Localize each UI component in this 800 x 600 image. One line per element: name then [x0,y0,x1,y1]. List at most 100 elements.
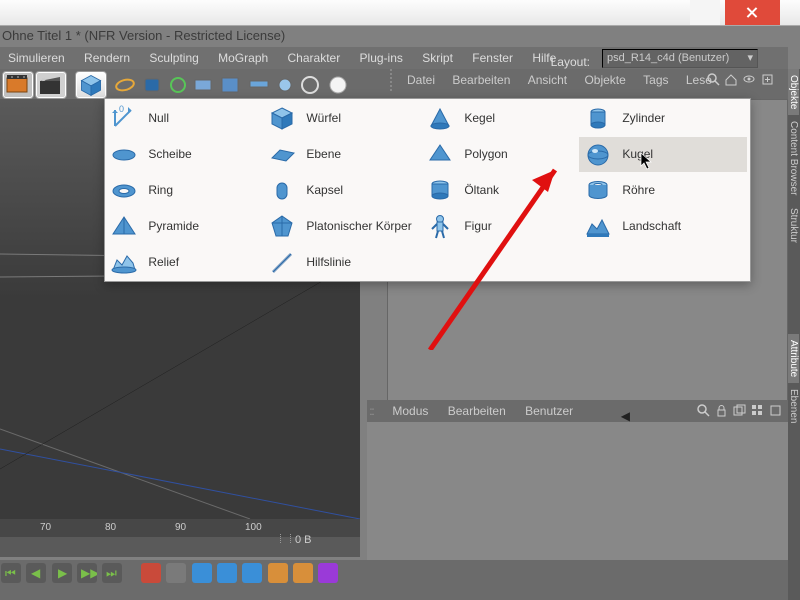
primitive-scheibe[interactable]: Scheibe [105,137,263,172]
primitive-label: Null [148,111,169,125]
lock-icon[interactable] [715,404,728,417]
key-pla-button[interactable] [293,563,313,583]
object-manager-menubar: Datei Bearbeiten Ansicht Objekte Tags Le… [390,69,788,91]
home-icon[interactable] [725,73,738,86]
cone-icon [425,104,455,134]
grid-icon[interactable] [751,404,764,417]
memory-indicator: 0 B [295,534,312,546]
primitive-label: Würfel [306,111,341,125]
primitive-label: Ring [148,183,173,197]
primitive-kegel[interactable]: Kegel [421,101,579,136]
sidetab-struktur[interactable]: Struktur [788,202,799,249]
menu-skript[interactable]: Skript [414,47,461,65]
record-button[interactable] [141,563,161,583]
primitive-label: Hilfslinie [306,255,351,269]
primitive-label: Röhre [622,183,655,197]
new-window-icon[interactable] [733,404,746,417]
primitive-platon[interactable]: Platonischer Körper [263,209,421,244]
attrmenu-bearbeiten[interactable]: Bearbeiten [440,400,514,418]
menu-mograph[interactable]: MoGraph [210,47,276,65]
objmenu-tags[interactable]: Tags [636,69,675,87]
menu-simulieren[interactable]: Simulieren [0,47,73,65]
primitive-pyramide[interactable]: Pyramide [105,209,263,244]
primitive-label: Kugel [622,147,653,161]
plane-icon [267,140,297,170]
disc-icon [109,140,139,170]
goto-end-button[interactable]: ⏭ [102,563,122,583]
maximize-button[interactable] [690,0,720,25]
render-settings-icon[interactable] [35,71,67,99]
primitive-label: Polygon [464,147,507,161]
menu-fenster[interactable]: Fenster [464,47,521,65]
svg-text:⏮: ⏮ [5,566,16,580]
primitive-kapsel[interactable]: Kapsel [263,173,421,208]
key-rotation-button[interactable] [242,563,262,583]
goto-start-button[interactable]: ⏮ [1,563,21,583]
menu-rendern[interactable]: Rendern [76,47,138,65]
svg-text:▶: ▶ [58,566,68,580]
eye-icon[interactable] [743,73,756,86]
primitive-hilfslinie[interactable]: Hilfslinie [263,245,421,280]
primitive-label: Scheibe [148,147,191,161]
key-param-button[interactable] [268,563,288,583]
primitive-polygon[interactable]: Polygon [421,137,579,172]
relief-icon [109,248,139,278]
objmenu-datei[interactable]: Datei [392,69,442,87]
tube-icon [583,176,613,206]
menu-sculpting[interactable]: Sculpting [141,47,206,65]
primitive-label: Kapsel [306,183,343,197]
objmenu-objekte[interactable]: Objekte [577,69,632,87]
primitive-label: Ebene [306,147,341,161]
primitive-figur[interactable]: Figur [421,209,579,244]
primitive-ebene[interactable]: Ebene [263,137,421,172]
objmenu-bearbeiten[interactable]: Bearbeiten [445,69,517,87]
primitive-label: Zylinder [622,111,665,125]
render-icon[interactable] [2,71,34,99]
key-position-button[interactable] [192,563,212,583]
primitive-rohre[interactable]: Röhre [579,173,747,208]
torus-icon [109,176,139,206]
primitive-zylinder[interactable]: Zylinder [579,101,747,136]
primitive-null[interactable]: 0 Null [105,101,263,136]
menu-charakter[interactable]: Charakter [280,47,349,65]
null-icon: 0 [109,104,139,134]
menu-plugins[interactable]: Plug-ins [352,47,411,65]
primitive-relief[interactable]: Relief [105,245,263,280]
objmenu-ansicht[interactable]: Ansicht [521,69,574,87]
maximize-panel-icon[interactable] [769,404,782,417]
search-icon[interactable] [697,404,710,417]
next-frame-button[interactable]: ▶▶ [77,563,97,583]
layout-dropdown[interactable]: psd_R14_c4d (Benutzer) [602,49,758,68]
ruler-tick: 80 [105,522,116,533]
key-selection-button[interactable] [318,563,338,583]
primitive-label: Landschaft [622,219,681,233]
primitive-ring[interactable]: Ring [105,173,263,208]
primitive-cube-button[interactable] [75,71,107,99]
prev-frame-button[interactable]: ◀ [26,563,46,583]
autokey-button[interactable] [166,563,186,583]
primitive-wurfel[interactable]: Würfel [263,101,421,136]
close-button[interactable] [725,0,780,25]
primitive-kugel[interactable]: Kugel [579,137,747,172]
splitter-grip[interactable] [280,534,291,543]
svg-text:⏭: ⏭ [106,566,117,580]
primitive-oltank[interactable]: Öltank [421,173,579,208]
sidetab-objekte[interactable]: Objekte [788,69,799,115]
sidetab-ebenen[interactable]: Ebenen [788,383,799,429]
play-button[interactable]: ▶ [52,563,72,583]
attrmenu-modus[interactable]: Modus [384,400,436,418]
sidetab-content-browser[interactable]: Content Browser [788,115,799,201]
primitive-flyout: 0 Null Scheibe Ring Pyramide Relief Würf… [104,98,751,282]
sidetab-attribute[interactable]: Attribute [788,334,799,383]
primitive-label: Pyramide [148,219,199,233]
expand-icon[interactable] [761,73,774,86]
primitive-landschaft[interactable]: Landschaft [579,209,747,244]
platonic-icon [267,212,297,242]
key-scale-button[interactable] [217,563,237,583]
window-title: Ohne Titel 1 * (NFR Version - Restricted… [0,27,800,45]
search-icon[interactable] [707,73,720,86]
history-back-icon[interactable]: ◀ [613,405,638,423]
primitive-label: Öltank [464,183,499,197]
polygon-icon [425,140,455,170]
attrmenu-benutzer[interactable]: Benutzer [517,400,581,418]
